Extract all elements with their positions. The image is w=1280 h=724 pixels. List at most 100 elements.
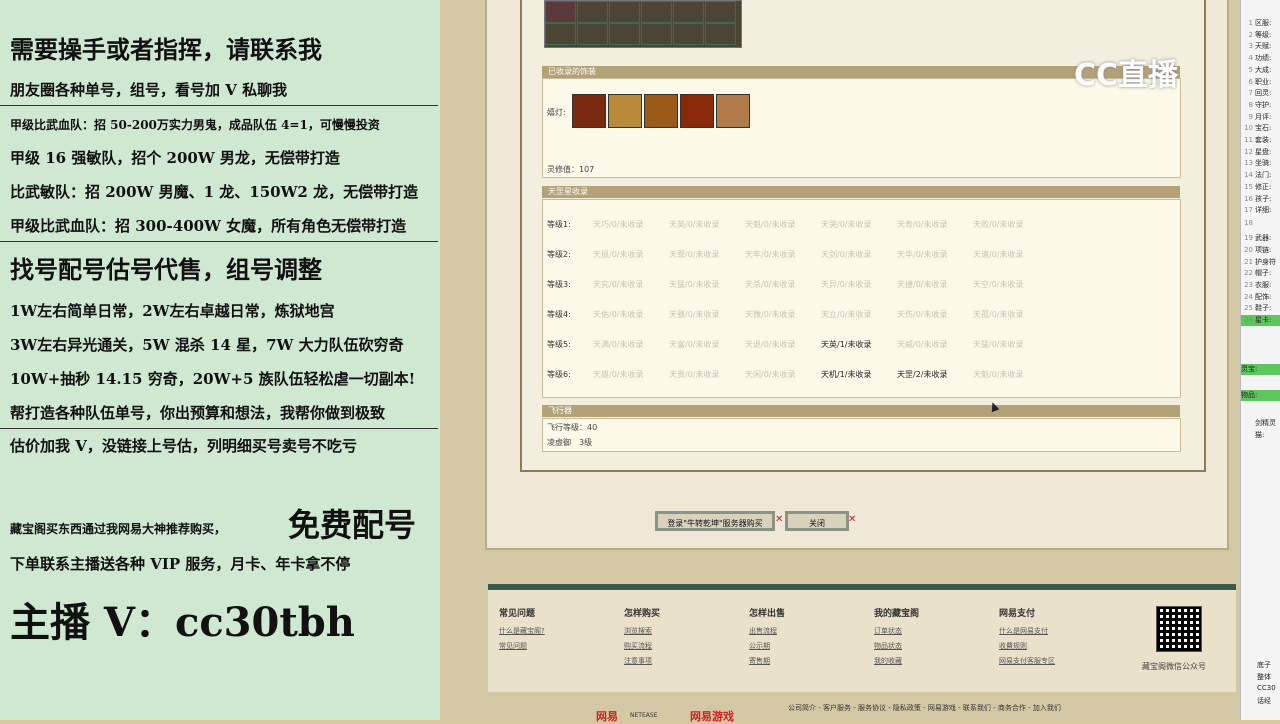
tiangang-cell: 天华/0/未收录 [897, 250, 948, 259]
spreadsheet-row[interactable]: 22 帽子: [1241, 268, 1280, 279]
inventory-slot[interactable] [545, 23, 576, 45]
spreadsheet-row[interactable]: CC30 [1241, 684, 1280, 695]
footer-link[interactable]: 什么是网易支付 [999, 626, 1048, 636]
spreadsheet-row[interactable]: 15 修正: [1241, 182, 1280, 193]
close-button[interactable]: 关闭 [785, 511, 849, 531]
inventory-slot[interactable] [577, 23, 608, 45]
tiangang-cell: 天威/0/未收录 [897, 340, 948, 349]
ad-line-price2: 3W左右异光通关，5W 混杀 14 星，7W 大力队伍砍穷奇 [10, 336, 404, 354]
spreadsheet-row[interactable]: 8 守护: [1241, 100, 1280, 111]
tiangang-cell: 天猛/0/未收录 [973, 340, 1024, 349]
inventory-slot[interactable] [641, 1, 672, 23]
spreadsheet-row[interactable]: 7 回灵: [1241, 88, 1280, 99]
spreadsheet-row[interactable]: 16 孩子: [1241, 194, 1280, 205]
accessory-icon[interactable] [572, 94, 606, 128]
footer-link[interactable]: 订单状态 [874, 626, 902, 636]
spreadsheet-row[interactable]: 11 套装: [1241, 135, 1280, 146]
accessory-icon[interactable] [644, 94, 678, 128]
tiangang-cell: 天损/0/未收录 [593, 250, 644, 259]
flight-header: 飞行器 [542, 405, 1180, 417]
spreadsheet-row[interactable]: 10 宝石: [1241, 123, 1280, 134]
spreadsheet-row[interactable]: 底子 [1241, 660, 1280, 671]
footer-link[interactable]: 网易支付客服专区 [999, 656, 1055, 666]
ad-line-team4: 甲级比武血队：招 300-400W 女魔，所有角色无偿带打造 [10, 217, 407, 235]
tiangang-cell: 天富/0/未收录 [669, 340, 720, 349]
spreadsheet-row[interactable]: 23 衣服: [1241, 280, 1280, 291]
tiangang-cell: 天空/0/未收录 [973, 280, 1024, 289]
spreadsheet-row[interactable]: 6 职业: [1241, 77, 1280, 88]
inventory-slot[interactable] [673, 1, 704, 23]
tiangang-cell: 天英/0/未收录 [669, 220, 720, 229]
spreadsheet-row[interactable]: 19 武器: [1241, 233, 1280, 244]
inventory-slot[interactable] [609, 1, 640, 23]
spreadsheet-row[interactable]: 3 天赋: [1241, 41, 1280, 52]
accessory-icon[interactable] [680, 94, 714, 128]
netease-logo: 网易 [596, 710, 618, 723]
spreadsheet-row[interactable]: 21 护身符 [1241, 257, 1280, 268]
spreadsheet-row[interactable]: 灵宝: [1241, 364, 1280, 375]
spreadsheet-row[interactable]: 14 法门: [1241, 170, 1280, 181]
footer-link[interactable]: 浏览搜索 [624, 626, 652, 636]
close-icon[interactable]: ✕ [848, 514, 856, 525]
footer-link[interactable]: 常见问题 [499, 641, 527, 651]
spreadsheet-row[interactable]: 26 星卡: [1241, 315, 1280, 327]
inventory-slot[interactable] [705, 23, 736, 45]
spreadsheet-row[interactable]: 25 鞋子: [1241, 303, 1280, 314]
tiangang-header: 天罡星收录 [542, 186, 1180, 198]
ad-line-friends: 朋友圈各种单号，组号，看号加 V 私聊我 [10, 81, 288, 99]
spreadsheet-row[interactable]: 1 区服: [1241, 18, 1280, 29]
footer-link[interactable]: 寄售期 [749, 656, 770, 666]
spreadsheet-row[interactable]: 整体 [1241, 672, 1280, 683]
spreadsheet-row[interactable]: 4 功绩: [1241, 53, 1280, 64]
inventory-slot[interactable] [641, 23, 672, 45]
bottom-links[interactable]: 公司简介 - 客户服务 - 服务协议 - 隐私政策 - 网易游戏 - 联系我们 … [788, 703, 1061, 713]
footer-link[interactable]: 购买流程 [624, 641, 652, 651]
tiangang-cell: 天满/0/未收录 [593, 340, 644, 349]
spreadsheet-row[interactable]: 24 配饰: [1241, 292, 1280, 303]
footer-link[interactable]: 公示期 [749, 641, 770, 651]
spreadsheet-row[interactable]: 5 大成: [1241, 65, 1280, 76]
tiangang-cell: 天败/0/未收录 [973, 220, 1024, 229]
spreadsheet-row[interactable]: 13 坐骑: [1241, 158, 1280, 169]
accessory-icon[interactable] [716, 94, 750, 128]
footer-column-title: 我的藏宝阁 [874, 609, 920, 619]
tiangang-level-label: 等级4: [547, 310, 571, 319]
spreadsheet-row[interactable]: 9 月评: [1241, 112, 1280, 123]
inventory-slot[interactable] [705, 1, 736, 23]
footer-link[interactable]: 收費规则 [999, 641, 1027, 651]
lingxiu-value: 灵修值：107 [547, 165, 595, 174]
tiangang-cell: 天暴/0/未收录 [669, 310, 720, 319]
footer-link[interactable]: 我的收藏 [874, 656, 902, 666]
spreadsheet-row[interactable]: 12 星盘: [1241, 147, 1280, 158]
spreadsheet-panel: 1 区服: 2 等级: 3 天赋: 4 功绩: 5 大成: 6 职业: 7 回灵: 8 守护: 9 月评: 10 宝石… [1240, 0, 1280, 720]
footer-link[interactable]: 什么是藏宝阁? [499, 626, 545, 636]
inventory-slot[interactable] [577, 1, 608, 23]
accessory-icon[interactable] [608, 94, 642, 128]
login-server-buy-button[interactable]: 登录"牛转乾坤"服务器购买 [655, 511, 775, 531]
inventory-slot[interactable] [545, 1, 576, 23]
spreadsheet-row[interactable]: 2 等级: [1241, 30, 1280, 41]
spreadsheet-row[interactable]: 17 详细: [1241, 205, 1280, 216]
spreadsheet-row[interactable]: 剑精灵 [1241, 418, 1280, 429]
spreadsheet-row[interactable]: 猫: [1241, 430, 1280, 441]
tiangang-cell: 天立/0/未收录 [821, 310, 872, 319]
inventory-slot[interactable] [609, 23, 640, 45]
ad-line-contact: 主播 V：cc30tbh [10, 599, 355, 646]
spreadsheet-row[interactable]: 话经 [1241, 696, 1280, 707]
footer-link[interactable]: 注意事项 [624, 656, 652, 666]
ad-line-price3: 10W+抽秒 14.15 穷奇，20W+5 族队伍轻松虐一切副本! [10, 370, 416, 388]
inventory-slot[interactable] [673, 23, 704, 45]
tiangang-cell: 天退/0/未收录 [745, 340, 796, 349]
tiangang-cell: 天伤/0/未收录 [897, 310, 948, 319]
footer-link[interactable]: 物品状态 [874, 641, 902, 651]
close-icon[interactable]: ✕ [775, 514, 783, 525]
tiangang-cell: 天杀/0/未收录 [745, 280, 796, 289]
ad-line-service: 找号配号估号代售，组号调整 [10, 255, 322, 284]
tiangang-cell: 天寿/0/未收录 [897, 220, 948, 229]
ad-line-cangbaoge: 藏宝阁买东西通过我网易大神推荐购买， [10, 522, 227, 536]
spreadsheet-row[interactable]: 20 项链: [1241, 245, 1280, 256]
spreadsheet-row[interactable]: 18 [1241, 219, 1280, 230]
tiangang-cell: 天异/0/未收录 [821, 280, 872, 289]
footer-link[interactable]: 出售流程 [749, 626, 777, 636]
spreadsheet-row[interactable]: 物品: [1241, 390, 1280, 401]
